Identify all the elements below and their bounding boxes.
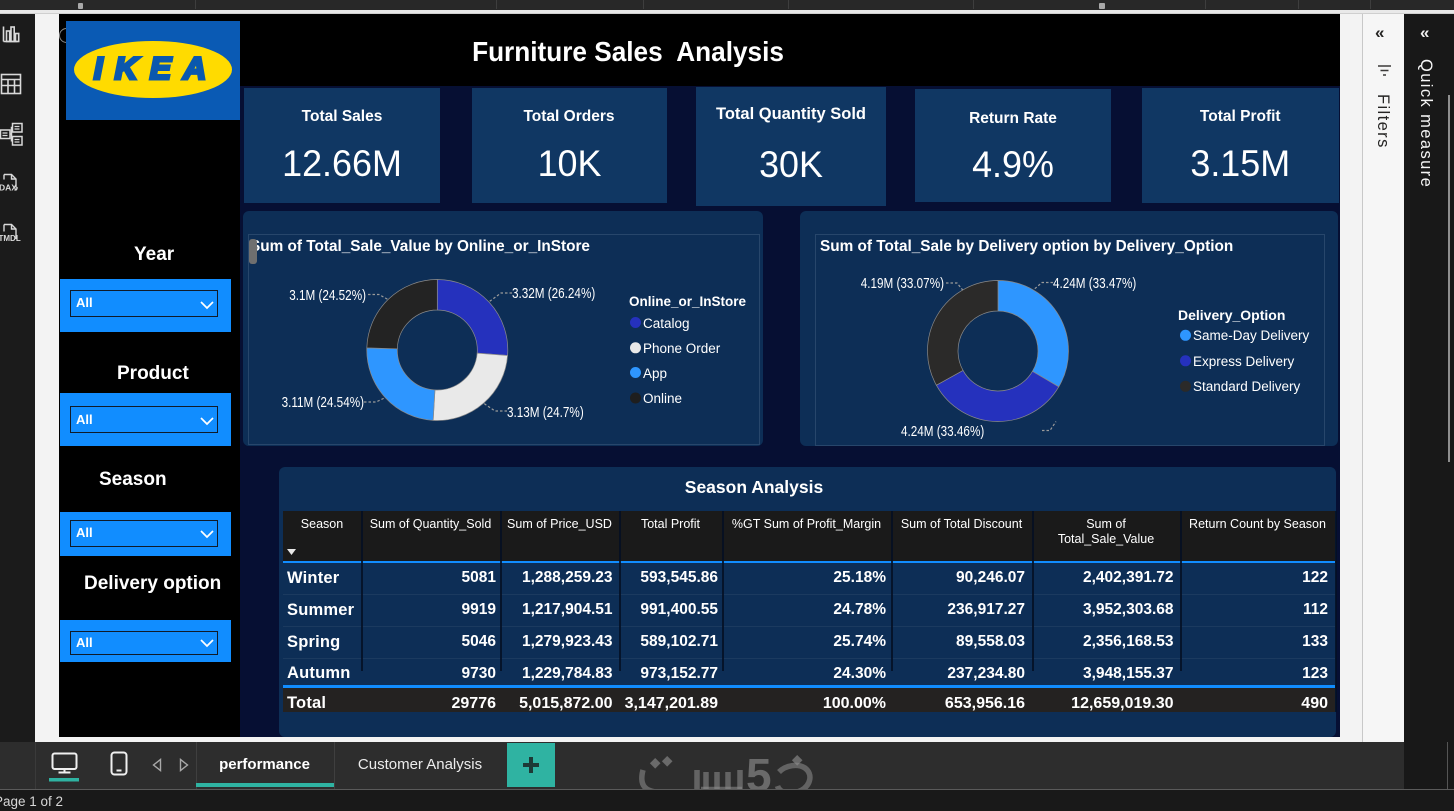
- svg-text:IKEA: IKEA: [94, 51, 218, 86]
- svg-text:TMDL: TMDL: [0, 234, 21, 243]
- svg-text:DAX: DAX: [0, 183, 17, 193]
